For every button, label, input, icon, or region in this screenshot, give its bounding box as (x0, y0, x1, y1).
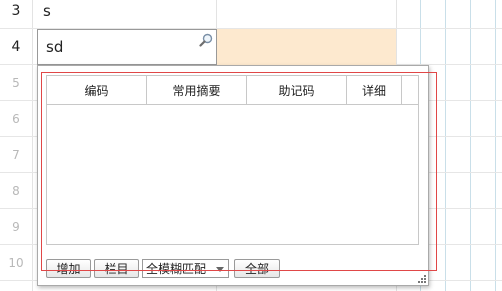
cell-editor-value: sd (46, 38, 64, 56)
row-number: 9 (12, 219, 20, 234)
cell-value[interactable]: s (43, 0, 51, 28)
match-mode-select[interactable]: 全模糊匹配 (142, 258, 229, 278)
lookup-dropdown-panel: 编码 常用摘要 助记码 详细 增加 栏目 全模糊匹配 全部 (37, 65, 437, 286)
row-number: 10 (8, 255, 24, 270)
row-number: 4 (11, 38, 21, 55)
row-number: 3 (11, 2, 21, 19)
lookup-table: 编码 常用摘要 助记码 详细 (46, 75, 419, 245)
cell-editor-input[interactable]: sd (37, 29, 217, 65)
columns-button[interactable]: 栏目 (94, 258, 139, 278)
column-header-code[interactable]: 编码 (47, 76, 147, 104)
row-number: 6 (12, 111, 20, 126)
column-header-common-summary[interactable]: 常用摘要 (147, 76, 247, 104)
resize-grip-icon[interactable] (418, 275, 426, 283)
column-header-mnemonic[interactable]: 助记码 (247, 76, 347, 104)
table-header: 编码 常用摘要 助记码 详细 (47, 76, 418, 105)
panel-footer: 增加 栏目 全模糊匹配 全部 (46, 258, 283, 278)
match-mode-value: 全模糊匹配 (146, 261, 207, 276)
grid-row: 3 s (0, 0, 502, 29)
chevron-down-icon (216, 266, 224, 272)
magnifier-icon[interactable] (199, 33, 213, 47)
row-number: 7 (12, 147, 20, 162)
column-header-detail[interactable]: 详细 (347, 76, 402, 104)
row-number: 5 (12, 75, 20, 90)
row-number: 8 (12, 183, 20, 198)
add-button[interactable]: 增加 (46, 258, 91, 278)
highlighted-cell[interactable] (217, 29, 396, 65)
show-all-button[interactable]: 全部 (234, 258, 280, 278)
